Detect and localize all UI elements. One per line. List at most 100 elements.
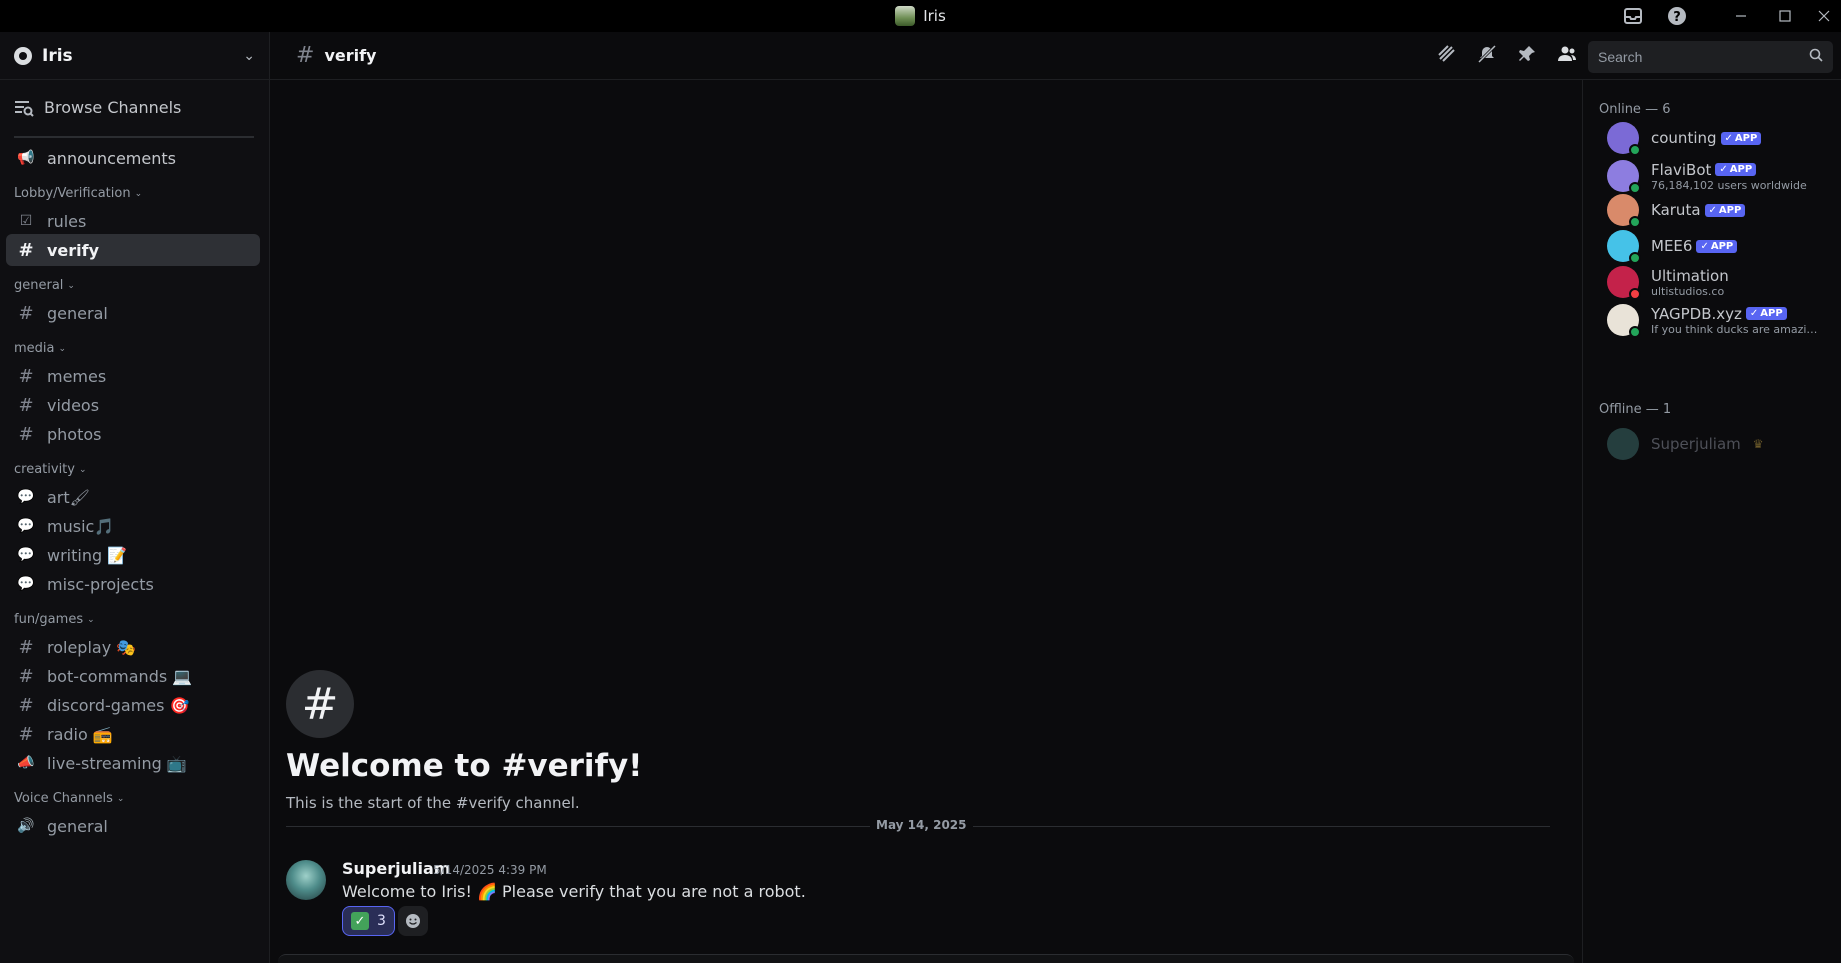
- hash-icon: #: [18, 365, 34, 387]
- member-info: Karuta ✓ APP: [1651, 201, 1746, 219]
- status-indicator: [1629, 216, 1641, 228]
- threads-icon[interactable]: [1437, 44, 1457, 69]
- add-reaction-icon[interactable]: [398, 906, 428, 936]
- date-divider-label: May 14, 2025: [870, 818, 973, 832]
- member-item[interactable]: FlaviBot ✓ APP 76,184,102 users worldwide: [1607, 160, 1837, 194]
- sidebar-item-music[interactable]: 💬 music🎵: [6, 510, 260, 542]
- verified-check-icon: ✓: [1700, 240, 1709, 252]
- inbox-icon[interactable]: [1611, 0, 1655, 32]
- category-header[interactable]: Lobby/Verification ⌄: [14, 186, 142, 201]
- browse-channels-button[interactable]: Browse Channels: [14, 98, 254, 117]
- sidebar-item-radio[interactable]: # radio 📻: [6, 718, 260, 750]
- member-name-row: YAGPDB.xyz ✓ APP: [1651, 305, 1821, 323]
- member-item[interactable]: YAGPDB.xyz ✓ APP If you think ducks are ama…: [1607, 304, 1837, 338]
- category-header[interactable]: general ⌄: [14, 278, 75, 293]
- member-name-row: MEE6 ✓ APP: [1651, 237, 1738, 255]
- avatar: [1607, 230, 1641, 264]
- sidebar-item-memes[interactable]: # memes: [6, 360, 260, 392]
- category-header[interactable]: media ⌄: [14, 341, 66, 356]
- member-item[interactable]: Karuta ✓ APP: [1607, 194, 1837, 228]
- app-badge: ✓ APP: [1715, 163, 1757, 176]
- category-header[interactable]: Voice Channels ⌄: [14, 791, 124, 806]
- member-info: FlaviBot ✓ APP 76,184,102 users worldwide: [1651, 161, 1807, 192]
- sidebar-item-photos[interactable]: # photos: [6, 418, 260, 450]
- stage-icon: 📣: [17, 755, 35, 771]
- sidebar-item-label: discord-games 🎯: [47, 695, 190, 715]
- sidebar-item-misc-projects[interactable]: 💬 misc-projects: [6, 568, 260, 600]
- checkmark-emoji-icon: ✓: [351, 912, 369, 930]
- owner-crown-icon: ♛: [1752, 437, 1764, 451]
- sidebar-item-bot-commands[interactable]: # bot-commands 💻: [6, 660, 260, 692]
- member-name: Ultimation: [1651, 266, 1729, 285]
- sidebar-item-general[interactable]: # general: [6, 297, 260, 329]
- sidebar-item-live-streaming[interactable]: 📣 live-streaming 📺: [6, 747, 260, 779]
- chevron-down-icon: ⌄: [134, 188, 143, 199]
- browse-channels-label: Browse Channels: [44, 98, 182, 117]
- sidebar-item-label: general: [47, 816, 108, 836]
- avatar[interactable]: [286, 860, 326, 900]
- avatar: [1607, 160, 1641, 194]
- verified-check-icon: ✓: [1749, 308, 1759, 319]
- sidebar-item-label: photos: [47, 424, 102, 444]
- member-item[interactable]: MEE6 ✓ APP: [1607, 230, 1837, 264]
- hash-icon: #: [18, 665, 34, 687]
- member-item[interactable]: Ultimation ultistudios.co: [1607, 266, 1837, 300]
- app-badge-label: APP: [1718, 204, 1742, 216]
- reaction-button[interactable]: ✓ 3: [342, 906, 395, 936]
- help-icon[interactable]: ?: [1655, 0, 1699, 32]
- hash-icon: #: [18, 636, 34, 658]
- channel-sidebar: Browse Channels 📢 announcements Lobby/Veri…: [0, 80, 270, 963]
- hash-icon: #: [296, 43, 315, 68]
- app-badge-label: APP: [1729, 164, 1753, 175]
- message-composer[interactable]: [278, 954, 1574, 963]
- category-label: general: [14, 278, 64, 293]
- discord-app: Iris ? Iris ⌄ Browse Channels 📢 announce…: [0, 0, 1841, 963]
- member-item[interactable]: Superjuliam ♛: [1607, 428, 1837, 460]
- status-indicator: [1629, 252, 1641, 264]
- sidebar-item-label: announcements: [47, 148, 176, 168]
- member-name: Superjuliam: [1651, 435, 1741, 453]
- sidebar-item-discord-games[interactable]: # discord-games 🎯: [6, 689, 260, 721]
- header-toolbar: [1437, 32, 1577, 80]
- status-indicator: [1629, 144, 1641, 156]
- sidebar-item-verify[interactable]: # verify: [6, 234, 260, 266]
- window-title: Iris: [895, 6, 946, 26]
- sidebar-item-art[interactable]: 💬 art🖌: [6, 481, 260, 513]
- offline-header: Offline — 1: [1599, 402, 1672, 417]
- mute-icon[interactable]: [1477, 44, 1497, 69]
- sidebar-item-writing[interactable]: 💬 writing 📝: [6, 539, 260, 571]
- close-icon[interactable]: [1807, 0, 1841, 32]
- member-name-row: Ultimation: [1651, 267, 1729, 285]
- forum-icon: 💬: [17, 518, 35, 534]
- category-label: Lobby/Verification: [14, 186, 131, 201]
- sidebar-item-announcements[interactable]: 📢 announcements: [6, 142, 260, 174]
- sidebar-item-videos[interactable]: # videos: [6, 389, 260, 421]
- minimize-icon[interactable]: [1719, 0, 1763, 32]
- member-list: Online — 6 counting ✓ APP FlaviBot ✓ APP 76,18…: [1582, 80, 1841, 963]
- search-input[interactable]: [1598, 49, 1809, 65]
- sidebar-item-general[interactable]: 🔊 general: [6, 810, 260, 842]
- pin-icon[interactable]: [1517, 44, 1537, 69]
- verified-check-icon: ✓: [1708, 204, 1717, 216]
- search-bar[interactable]: [1588, 41, 1833, 73]
- chevron-down-icon: ⌄: [67, 280, 75, 291]
- sidebar-item-label: verify: [47, 240, 100, 260]
- chevron-down-icon: ⌄: [116, 793, 125, 804]
- member-status-text: 76,184,102 users worldwide: [1651, 178, 1807, 192]
- app-badge: ✓ APP: [1745, 307, 1787, 320]
- channel-name: verify: [324, 46, 377, 65]
- avatar: [1607, 194, 1641, 228]
- maximize-icon[interactable]: [1763, 0, 1807, 32]
- member-item[interactable]: counting ✓ APP: [1607, 122, 1837, 156]
- sidebar-item-roleplay[interactable]: # roleplay 🎭: [6, 631, 260, 663]
- sidebar-item-rules[interactable]: ☑ rules: [6, 205, 260, 237]
- members-icon[interactable]: [1557, 44, 1577, 69]
- server-header[interactable]: Iris ⌄: [0, 32, 270, 80]
- avatar: [1607, 122, 1641, 156]
- category-header[interactable]: fun/games ⌄: [14, 612, 95, 627]
- hash-icon: #: [18, 723, 34, 745]
- category-label: media: [14, 341, 55, 356]
- category-header[interactable]: creativity ⌄: [14, 462, 87, 477]
- member-status-text: If you think ducks are amazing...: [1651, 322, 1821, 336]
- reaction-count: 3: [377, 913, 386, 929]
